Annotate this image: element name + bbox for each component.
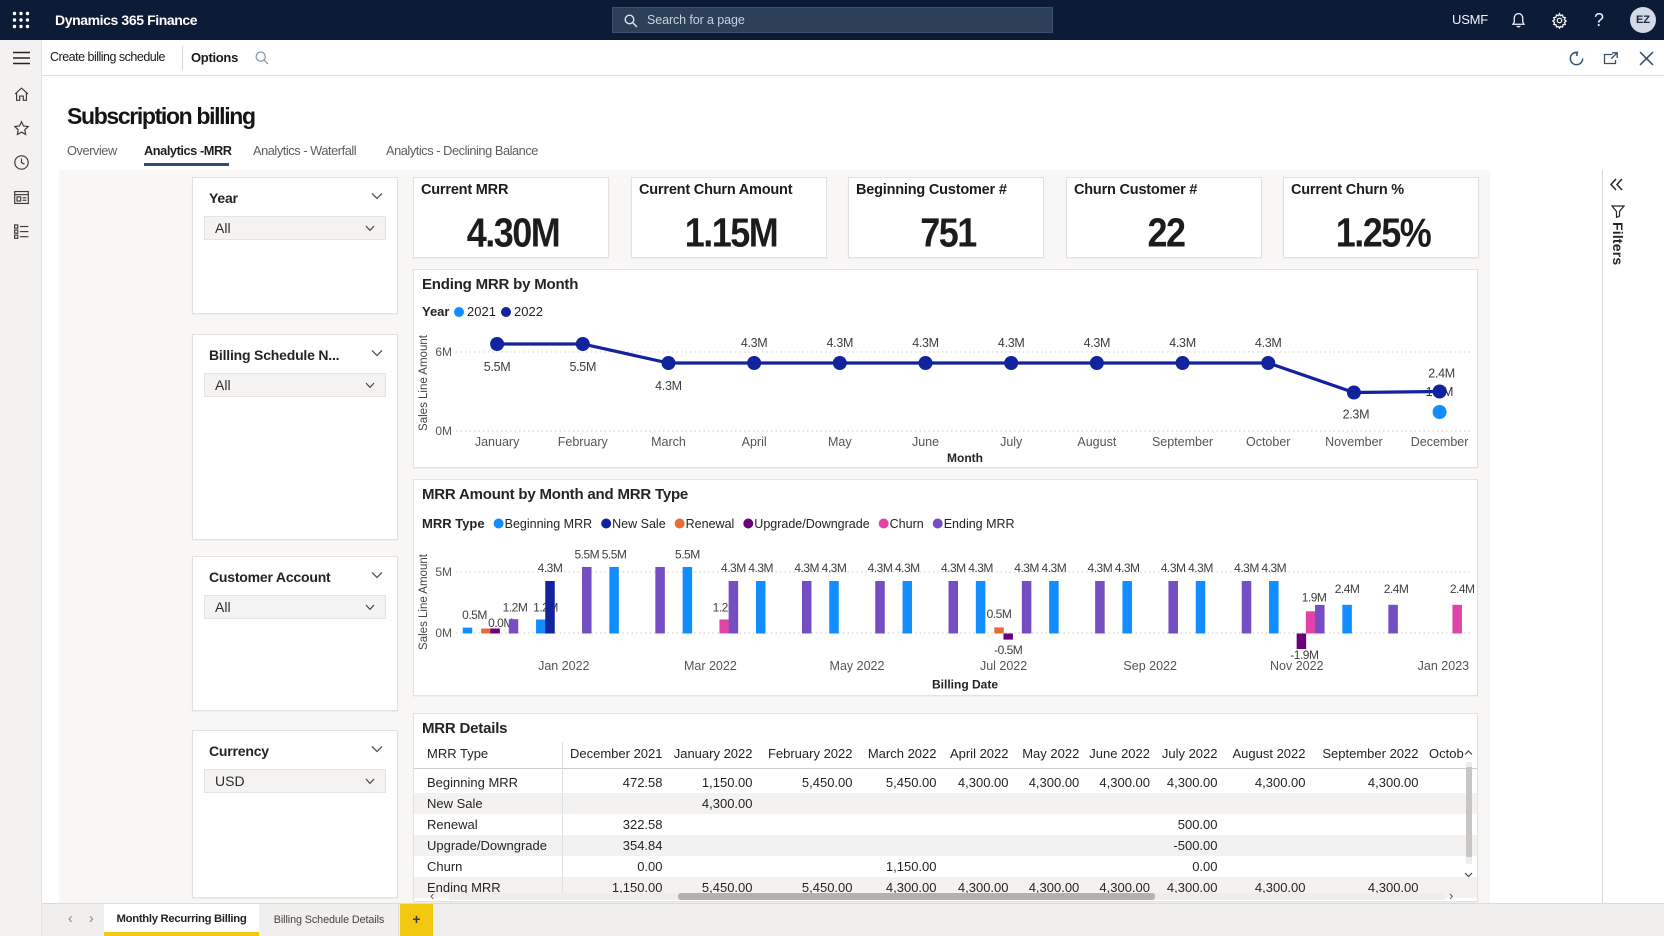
svg-text:Sales Line Amount: Sales Line Amount [418, 334, 430, 431]
svg-text:Jan 2022: Jan 2022 [538, 659, 589, 673]
svg-text:Beginning MRR: Beginning MRR [505, 517, 593, 531]
svg-text:4.3M: 4.3M [998, 336, 1025, 350]
svg-text:2.4M: 2.4M [1384, 582, 1409, 596]
svg-text:December: December [1411, 435, 1469, 449]
svg-text:January: January [475, 435, 520, 449]
svg-text:Mar 2022: Mar 2022 [684, 659, 737, 673]
svg-text:4.3M: 4.3M [741, 336, 768, 350]
svg-text:4.3M: 4.3M [1255, 336, 1282, 350]
svg-text:4.3M: 4.3M [822, 561, 847, 575]
svg-text:4.3M: 4.3M [655, 379, 682, 393]
svg-text:2021: 2021 [467, 304, 496, 319]
svg-text:4.3M: 4.3M [1169, 336, 1196, 350]
svg-text:Billing Date: Billing Date [932, 678, 998, 692]
svg-text:4.3M: 4.3M [912, 336, 939, 350]
svg-text:4.3M: 4.3M [721, 561, 746, 575]
svg-text:4.3M: 4.3M [538, 561, 563, 575]
svg-text:4.3M: 4.3M [941, 561, 966, 575]
svg-text:New Sale: New Sale [612, 517, 666, 531]
svg-text:2.4M: 2.4M [1450, 582, 1475, 596]
svg-text:Sales Line Amount: Sales Line Amount [418, 553, 430, 650]
svg-text:4.3M: 4.3M [868, 561, 893, 575]
svg-text:2022: 2022 [514, 304, 543, 319]
svg-text:Year: Year [422, 304, 449, 319]
svg-text:Jul 2022: Jul 2022 [980, 659, 1027, 673]
svg-text:February: February [558, 435, 609, 449]
svg-text:4.3M: 4.3M [1014, 561, 1039, 575]
svg-text:4.3M: 4.3M [827, 336, 854, 350]
svg-text:May: May [828, 435, 852, 449]
svg-text:Sep 2022: Sep 2022 [1123, 659, 1177, 673]
svg-text:2.3M: 2.3M [1343, 408, 1370, 422]
svg-text:0.5M: 0.5M [462, 608, 487, 622]
svg-text:August: August [1077, 435, 1116, 449]
svg-text:5.5M: 5.5M [574, 548, 599, 562]
svg-text:Jan 2023: Jan 2023 [1418, 659, 1469, 673]
svg-text:2.4M: 2.4M [1428, 367, 1455, 381]
svg-text:June: June [912, 435, 939, 449]
svg-text:October: October [1246, 435, 1290, 449]
svg-text:5.5M: 5.5M [675, 548, 700, 562]
svg-text:0M: 0M [435, 424, 452, 438]
svg-text:4.3M: 4.3M [1188, 561, 1213, 575]
svg-text:March: March [651, 435, 686, 449]
svg-text:Upgrade/Downgrade: Upgrade/Downgrade [754, 517, 869, 531]
svg-text:5.5M: 5.5M [484, 360, 511, 374]
svg-text:2.4M: 2.4M [1335, 582, 1360, 596]
svg-text:Month: Month [947, 451, 983, 465]
svg-text:4.3M: 4.3M [1042, 561, 1067, 575]
svg-text:4.3M: 4.3M [1088, 561, 1113, 575]
svg-text:0.5M: 0.5M [987, 607, 1012, 621]
svg-text:6M: 6M [435, 345, 452, 359]
svg-text:-1.9M: -1.9M [1290, 648, 1319, 662]
svg-text:5M: 5M [435, 565, 452, 579]
svg-text:4.3M: 4.3M [1161, 561, 1186, 575]
svg-text:1.9M: 1.9M [1302, 591, 1327, 605]
svg-text:Renewal: Renewal [686, 517, 735, 531]
svg-text:Churn: Churn [890, 517, 924, 531]
svg-text:November: November [1325, 435, 1383, 449]
svg-text:4.3M: 4.3M [794, 561, 819, 575]
svg-text:4.3M: 4.3M [1115, 561, 1140, 575]
svg-text:4.3M: 4.3M [1084, 336, 1111, 350]
svg-text:MRR Type: MRR Type [422, 516, 485, 531]
svg-text:September: September [1152, 435, 1213, 449]
svg-text:5.5M: 5.5M [569, 360, 596, 374]
svg-text:4.3M: 4.3M [1261, 561, 1286, 575]
svg-text:-0.5M: -0.5M [994, 643, 1023, 657]
svg-text:4.3M: 4.3M [1234, 561, 1259, 575]
svg-text:4.3M: 4.3M [968, 561, 993, 575]
svg-text:Ending MRR: Ending MRR [944, 517, 1015, 531]
svg-text:July: July [1000, 435, 1023, 449]
svg-text:1.2M: 1.2M [503, 601, 528, 615]
svg-text:4.3M: 4.3M [748, 561, 773, 575]
svg-text:4.3M: 4.3M [895, 561, 920, 575]
svg-text:5.5M: 5.5M [602, 548, 627, 562]
svg-text:April: April [742, 435, 767, 449]
svg-text:May 2022: May 2022 [830, 659, 885, 673]
svg-text:0M: 0M [435, 626, 452, 640]
